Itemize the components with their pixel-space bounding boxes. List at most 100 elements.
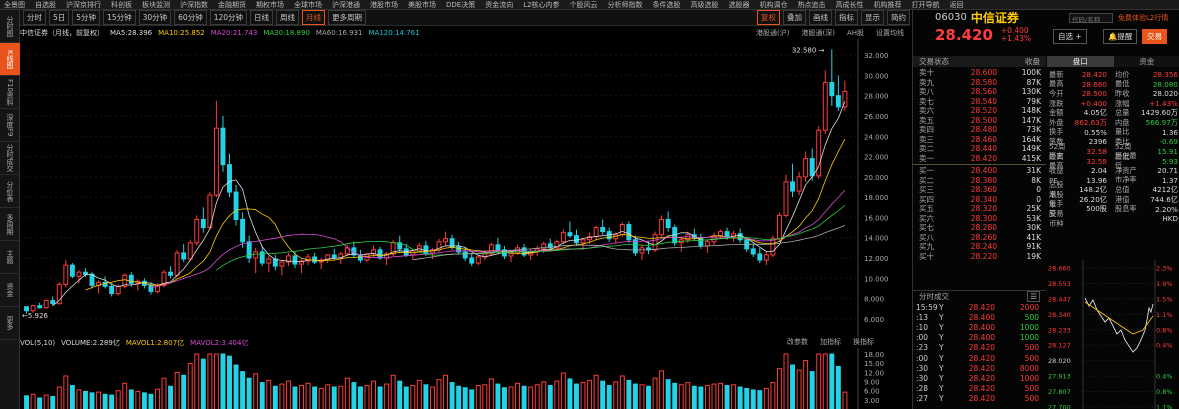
volume-bar xyxy=(279,383,285,409)
add-watchlist-button[interactable]: 自选 + xyxy=(1053,29,1087,44)
top-menu-item[interactable]: 机构推荐 xyxy=(874,0,902,9)
sidebar-item[interactable]: 更多 xyxy=(0,307,20,340)
tool-button[interactable]: 简约 xyxy=(887,10,910,25)
volume-bar xyxy=(312,386,318,409)
search-input[interactable]: 代码/名称 xyxy=(1069,13,1113,24)
candle xyxy=(639,247,645,254)
tick-flag: Y xyxy=(939,322,944,332)
top-menu-item[interactable]: 全球市场 xyxy=(294,0,322,9)
period-button[interactable]: 周线 xyxy=(276,10,300,25)
sidebar-item[interactable]: 分时成交 xyxy=(0,142,20,175)
volume-bar xyxy=(266,379,272,409)
kline-chart[interactable]: 32.000 30.000 28.000 26.000 24.000 22.000 20.0… xyxy=(20,39,910,337)
top-menu-item[interactable]: DDE决策 xyxy=(446,0,475,9)
period-button[interactable]: 月线 xyxy=(302,10,326,25)
period-button[interactable]: 15分钟 xyxy=(103,10,136,25)
volume-bar xyxy=(377,386,383,409)
ma-tool-link[interactable]: 港股通(沪) xyxy=(756,28,789,38)
mini-pct-label: 0.8% xyxy=(1156,388,1173,396)
free-l2-button[interactable]: 免费体验L2行情 xyxy=(1118,13,1168,23)
sidebar-item[interactable]: 主题 xyxy=(0,241,20,274)
tool-button[interactable]: 叠加 xyxy=(783,10,806,25)
top-menu-item[interactable]: 沪深港通 xyxy=(332,0,360,9)
period-button[interactable]: 5日 xyxy=(49,10,70,25)
candle xyxy=(423,245,429,254)
top-menu-item[interactable]: 科创板 xyxy=(111,0,132,9)
period-button[interactable]: 5分钟 xyxy=(72,10,101,25)
stats-tab[interactable]: 资金 xyxy=(1113,56,1179,67)
tick-qty: 500 xyxy=(1024,384,1039,394)
ma-tool-link[interactable]: 港股通(深) xyxy=(801,28,834,38)
stat-value: 1429.60万 xyxy=(1141,108,1178,118)
stat-key: 交易币种 xyxy=(1049,208,1064,228)
candle xyxy=(253,251,259,259)
sidebar-item[interactable]: F10资料 xyxy=(0,76,20,109)
volume-bar xyxy=(272,385,278,409)
sidebar-item[interactable]: 深度F9 xyxy=(0,109,20,142)
tick-qty: 1000 xyxy=(1019,333,1039,343)
top-menu-item[interactable]: 期权市场 xyxy=(256,0,284,9)
top-menu-item[interactable]: 返回 xyxy=(950,0,964,9)
sidebar-item[interactable]: 分时图 xyxy=(0,10,20,43)
top-menu-item[interactable]: 个股风云 xyxy=(570,0,598,9)
ticks-list[interactable]: 15:59 Y 28.420 2000:13 Y 28.400 500:10 Y 28.400 1… xyxy=(913,302,1046,404)
top-menu-item[interactable]: 沪深京排行 xyxy=(66,0,101,9)
period-button[interactable]: 更多周期 xyxy=(328,10,367,25)
volume-bar xyxy=(488,378,494,409)
top-menu-item[interactable]: 热点追击 xyxy=(798,0,826,9)
stats-tab[interactable]: 盘口 xyxy=(1047,56,1114,67)
grid-icon[interactable]: ☰ xyxy=(1027,291,1040,302)
stat-value: 15.91 xyxy=(1157,147,1178,157)
stats-row: 交易币种 HKD xyxy=(1047,209,1179,228)
tick-price: 28.400 xyxy=(968,312,995,322)
top-menu-item[interactable]: 全景图 xyxy=(4,0,25,9)
vol-tool-link[interactable]: 加指标 xyxy=(820,337,841,347)
top-menu-item[interactable]: 沪深指数 xyxy=(180,0,208,9)
ma-tool-link[interactable]: 设置均线 xyxy=(876,28,904,38)
sidebar-item[interactable]: 多周期 xyxy=(0,208,20,241)
ma-tool-link[interactable]: AH股 xyxy=(847,28,864,38)
stat-key: 金额 xyxy=(1049,108,1064,118)
stat-value: 4.05亿 xyxy=(1083,108,1107,118)
tool-button[interactable]: 显示 xyxy=(861,10,884,25)
top-menu-item[interactable]: 条件选股 xyxy=(653,0,681,9)
candle xyxy=(809,158,815,177)
trade-status-label: 交易状态 xyxy=(919,57,949,66)
stat-value: 26.20亿 xyxy=(1079,194,1107,204)
level-price: 28.580 xyxy=(970,77,997,87)
top-menu-item[interactable]: 机构调仓 xyxy=(760,0,788,9)
top-menu-item[interactable]: 板块监测 xyxy=(142,0,170,9)
vol-tool-link[interactable]: 改参数 xyxy=(787,337,808,347)
period-button[interactable]: 30分钟 xyxy=(138,10,172,25)
vol-tool-link[interactable]: 换指标 xyxy=(853,337,874,347)
period-button[interactable]: 分时 xyxy=(23,10,46,25)
sidebar-item[interactable]: 分价表 xyxy=(0,175,20,208)
period-button[interactable]: 120分钟 xyxy=(209,10,248,25)
top-menu-item[interactable]: 打开导航 xyxy=(912,0,940,9)
top-menu-item[interactable]: 金融期货 xyxy=(218,0,246,9)
tool-button[interactable]: 复权 xyxy=(757,10,780,25)
alert-button[interactable]: 🔔提醒 xyxy=(1103,29,1138,44)
top-menu-item[interactable]: 资金流向 xyxy=(485,0,513,9)
top-menu-item[interactable]: 港股市场 xyxy=(370,0,398,9)
top-menu-item[interactable]: 美股市场 xyxy=(408,0,436,9)
top-menu-item[interactable]: 自选股 xyxy=(35,0,56,9)
sidebar-item[interactable]: K线图 xyxy=(0,43,20,76)
top-menu-item[interactable]: 高级选股 xyxy=(691,0,719,9)
tool-button[interactable]: 画线 xyxy=(809,10,832,25)
sidebar-item[interactable]: 资金 xyxy=(0,274,20,307)
tick-qty: 1000 xyxy=(1019,373,1039,383)
top-menu-item[interactable]: 选股器 xyxy=(729,0,750,9)
candle xyxy=(443,238,449,243)
volume-bar xyxy=(371,380,376,409)
top-menu-item[interactable]: 高成长性 xyxy=(836,0,864,9)
period-button[interactable]: 60分钟 xyxy=(174,10,207,25)
volume-chart[interactable]: 18.0015.0012.00 9.006.003.00 xyxy=(20,348,910,409)
top-menu-item[interactable]: 分析师指数 xyxy=(608,0,643,9)
tool-button[interactable]: 指标 xyxy=(835,10,858,25)
trade-button[interactable]: 交易 xyxy=(1142,29,1167,44)
top-menu-item[interactable]: L2核心内参 xyxy=(523,0,559,9)
period-button[interactable]: 日线 xyxy=(250,10,274,25)
intraday-mini-chart[interactable]: 28.660 2.3% 28.553 1.9% 28.447 1.5% 28.340 1.1%… xyxy=(1047,260,1179,409)
volume-bar xyxy=(698,386,704,409)
